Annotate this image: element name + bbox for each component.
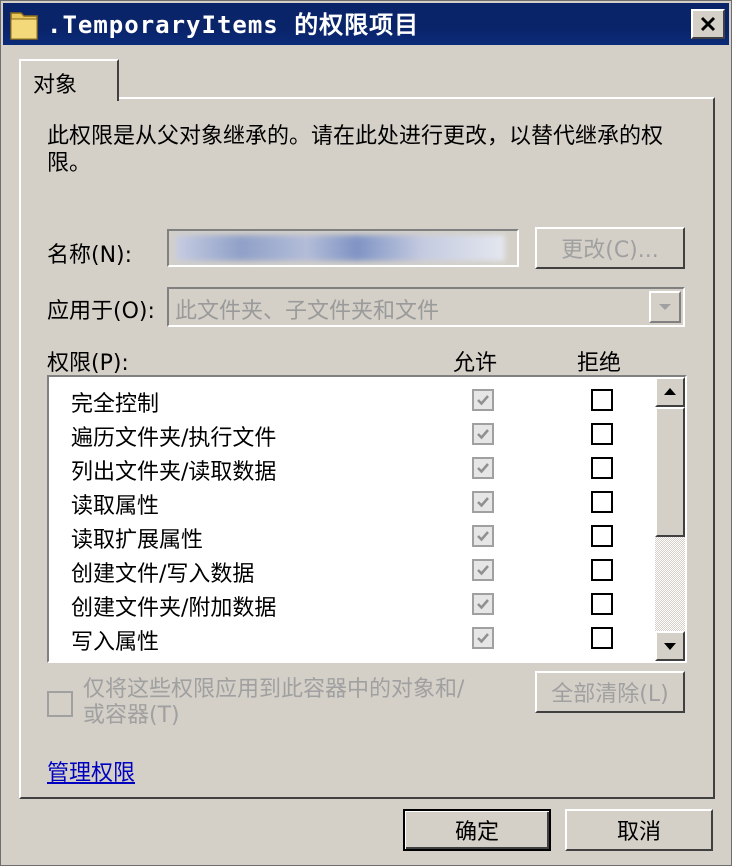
close-button[interactable] — [691, 9, 725, 39]
list-item[interactable]: 读取属性 — [49, 485, 653, 519]
checkmark-icon — [477, 497, 489, 508]
ok-button[interactable]: 确定 — [403, 809, 551, 851]
tab-object[interactable]: 对象 — [19, 59, 119, 101]
allow-checkbox[interactable] — [472, 457, 494, 479]
checkmark-icon — [477, 429, 489, 440]
permission-entry-dialog: .TemporaryItems 的权限项目 对象 此权限是从父对象继承的。请在此… — [0, 0, 732, 866]
permission-name: 创建文件夹/附加数据 — [71, 596, 277, 621]
permission-name: 创建文件/写入数据 — [71, 562, 255, 587]
deny-checkbox[interactable] — [591, 559, 613, 581]
checkmark-icon — [477, 463, 489, 474]
deny-checkbox[interactable] — [591, 525, 613, 547]
dropdown-arrow[interactable] — [649, 291, 681, 323]
list-item[interactable]: 完全控制 — [49, 383, 653, 417]
tab-label: 对象 — [33, 73, 78, 98]
vertical-scrollbar[interactable] — [655, 377, 685, 661]
deny-checkbox[interactable] — [591, 423, 613, 445]
permission-name: 完全控制 — [71, 392, 160, 417]
checkmark-icon — [477, 565, 489, 576]
allow-checkbox[interactable] — [472, 559, 494, 581]
permissions-list[interactable]: 完全控制遍历文件夹/执行文件 列出文件夹/读取数据 读取属性读取扩展属性创建文件/写… — [47, 375, 687, 663]
clear-all-button[interactable]: 全部清除(L) — [535, 671, 685, 713]
folder-icon — [10, 12, 38, 40]
arrow-down-icon — [664, 643, 676, 650]
apply-inherit-checkbox[interactable] — [47, 691, 73, 717]
permissions-label: 权限(P): — [47, 351, 129, 376]
checkmark-icon — [477, 531, 489, 542]
scroll-thumb[interactable] — [655, 407, 685, 537]
deny-header: 拒绝 — [577, 351, 622, 376]
list-item[interactable]: 遍历文件夹/执行文件 — [49, 417, 653, 451]
close-icon — [700, 16, 716, 32]
name-label: 名称(N): — [47, 243, 133, 268]
deny-checkbox[interactable] — [591, 389, 613, 411]
list-item[interactable]: 创建文件夹/附加数据 — [49, 587, 653, 621]
deny-checkbox[interactable] — [591, 593, 613, 615]
allow-checkbox[interactable] — [472, 627, 494, 649]
allow-checkbox[interactable] — [472, 423, 494, 445]
list-item-partial-label — [71, 652, 78, 661]
apply-to-dropdown[interactable]: 此文件夹、子文件夹和文件 — [167, 287, 685, 327]
checkmark-icon — [477, 599, 489, 610]
apply-inherit-label: 仅将这些权限应用到此容器中的对象和/或容器(T) — [83, 677, 465, 728]
scroll-down-button[interactable] — [655, 631, 685, 661]
window-title: .TemporaryItems 的权限项目 — [47, 11, 420, 39]
allow-header: 允许 — [453, 351, 498, 376]
checkmark-icon — [477, 395, 489, 406]
inherit-description: 此权限是从父对象继承的。请在此处进行更改，以替代继承的权限。 — [47, 124, 664, 176]
name-value-redacted — [175, 235, 505, 261]
permission-name: 读取属性 — [71, 494, 160, 519]
scroll-up-button[interactable] — [655, 377, 685, 407]
arrow-up-icon — [664, 388, 676, 395]
allow-checkbox[interactable] — [472, 525, 494, 547]
list-item[interactable]: 列出文件夹/读取数据 — [49, 451, 653, 485]
manage-permissions-link[interactable]: 管理权限 — [47, 755, 135, 787]
allow-checkbox[interactable] — [472, 593, 494, 615]
apply-to-label: 应用于(O): — [47, 299, 155, 324]
title-bar[interactable]: .TemporaryItems 的权限项目 — [3, 3, 729, 45]
name-field[interactable] — [167, 229, 519, 267]
deny-checkbox[interactable] — [591, 627, 613, 649]
deny-checkbox[interactable] — [591, 457, 613, 479]
list-item[interactable]: 创建文件/写入数据 — [49, 553, 653, 587]
allow-checkbox[interactable] — [472, 389, 494, 411]
chevron-down-icon — [659, 304, 671, 310]
deny-checkbox[interactable] — [591, 491, 613, 513]
allow-checkbox[interactable] — [472, 491, 494, 513]
permission-name: 列出文件夹/读取数据 — [71, 460, 277, 485]
apply-to-value: 此文件夹、子文件夹和文件 — [175, 299, 440, 324]
permission-name: 读取扩展属性 — [71, 528, 204, 553]
change-button[interactable]: 更改(C)... — [535, 227, 685, 269]
permission-name: 遍历文件夹/执行文件 — [71, 426, 277, 451]
list-item-partial — [49, 649, 653, 661]
cancel-button[interactable]: 取消 — [565, 809, 713, 851]
checkmark-icon — [477, 633, 489, 644]
list-item[interactable]: 读取扩展属性 — [49, 519, 653, 553]
